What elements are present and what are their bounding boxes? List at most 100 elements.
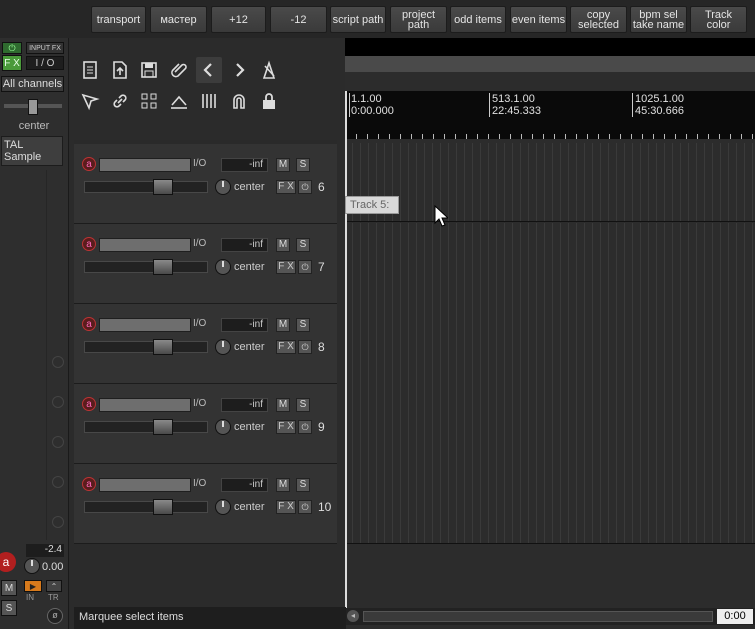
- fx-button[interactable]: F X: [276, 180, 296, 194]
- fx-bypass-button[interactable]: ⏻: [298, 180, 312, 194]
- grid-icon[interactable]: [136, 88, 162, 114]
- solo-button[interactable]: S: [296, 318, 310, 332]
- track-panel[interactable]: a I/O -inf M S center F X ⏻ 9: [74, 384, 337, 464]
- master-route-button[interactable]: ⌃: [46, 580, 62, 592]
- record-arm-button[interactable]: a: [82, 157, 96, 171]
- master-io-button[interactable]: I / O: [26, 56, 64, 70]
- pan-knob[interactable]: [215, 419, 231, 435]
- track-panel[interactable]: a I/O -inf M S center F X ⏻ 10: [74, 464, 337, 544]
- master-solo-button[interactable]: S: [1, 600, 17, 616]
- track-lane[interactable]: [345, 223, 755, 304]
- track-lane[interactable]: [345, 383, 755, 464]
- toolbar-button-transport[interactable]: transport: [91, 6, 146, 33]
- track-lane[interactable]: [345, 303, 755, 384]
- volume-fader[interactable]: [84, 339, 208, 355]
- fx-button[interactable]: F X: [276, 340, 296, 354]
- mute-button[interactable]: M: [276, 478, 290, 492]
- toolbar-button-odd-items[interactable]: odd items: [450, 6, 506, 33]
- ripple-edit-icon[interactable]: [196, 88, 222, 114]
- volume-fader-thumb[interactable]: [153, 259, 173, 275]
- master-fx-list[interactable]: TAL Sample: [1, 136, 63, 166]
- master-phase-icon[interactable]: ø: [47, 608, 63, 624]
- track-name-field[interactable]: [99, 238, 191, 252]
- save-project-icon[interactable]: [136, 57, 162, 83]
- volume-fader[interactable]: [84, 179, 208, 195]
- record-arm-button[interactable]: a: [82, 317, 96, 331]
- horizontal-scrollbar[interactable]: ◂ 0:00: [345, 608, 755, 625]
- fx-button[interactable]: F X: [276, 260, 296, 274]
- open-project-icon[interactable]: [107, 57, 133, 83]
- track-name-field[interactable]: [99, 478, 191, 492]
- master-pan-thumb[interactable]: [28, 99, 38, 115]
- link-icon[interactable]: [107, 88, 133, 114]
- channels-selector[interactable]: All channels: [1, 76, 64, 92]
- new-project-icon[interactable]: [77, 57, 103, 83]
- fx-bypass-button[interactable]: ⏻: [298, 260, 312, 274]
- track-lane[interactable]: [345, 143, 755, 222]
- record-arm-button[interactable]: a: [82, 237, 96, 251]
- master-fx-button[interactable]: F X: [2, 55, 22, 71]
- volume-fader[interactable]: [84, 419, 208, 435]
- snap-magnet-icon[interactable]: [226, 88, 252, 114]
- master-input-monitor-button[interactable]: ▶: [24, 580, 42, 592]
- mute-button[interactable]: M: [276, 238, 290, 252]
- track-panel[interactable]: a I/O -inf M S center F X ⏻ 7: [74, 224, 337, 304]
- track-name-field[interactable]: [99, 398, 191, 412]
- fx-bypass-button[interactable]: ⏻: [298, 500, 312, 514]
- pan-knob[interactable]: [215, 259, 231, 275]
- pan-knob[interactable]: [215, 179, 231, 195]
- select-tool-icon[interactable]: [77, 88, 103, 114]
- fx-button[interactable]: F X: [276, 500, 296, 514]
- record-arm-button[interactable]: a: [82, 477, 96, 491]
- volume-fader-thumb[interactable]: [153, 499, 173, 515]
- master-volume-readout[interactable]: -2.4: [26, 544, 64, 557]
- input-fx-label[interactable]: INPUT FX: [26, 42, 64, 54]
- toolbar-button-script-path[interactable]: script path: [330, 6, 386, 33]
- toolbar-button-track-color[interactable]: Track color: [690, 6, 747, 33]
- toolbar-button-minus12[interactable]: -12: [270, 6, 327, 33]
- attach-icon[interactable]: [166, 57, 192, 83]
- master-pan-knob[interactable]: [24, 558, 40, 574]
- volume-fader-thumb[interactable]: [153, 339, 173, 355]
- scroll-left-icon[interactable]: ◂: [347, 610, 359, 622]
- fx-bypass-button[interactable]: ⏻: [298, 340, 312, 354]
- io-button[interactable]: I/O: [193, 158, 213, 172]
- fx-list-item-tal-sample[interactable]: TAL Sample: [4, 139, 41, 163]
- record-arm-button[interactable]: a: [82, 397, 96, 411]
- pan-knob[interactable]: [215, 339, 231, 355]
- metronome-icon[interactable]: [256, 57, 282, 83]
- solo-button[interactable]: S: [296, 238, 310, 252]
- track-panel[interactable]: a I/O -inf M S center F X ⏻ 6: [74, 144, 337, 224]
- timeline-ruler[interactable]: 1.1.00 0:00.000 513.1.00 22:45.333 1025.…: [345, 91, 755, 139]
- toolbar-button-plus12[interactable]: +12: [211, 6, 266, 33]
- master-power-button[interactable]: ⏻: [2, 42, 22, 54]
- toolbar-button-even-items[interactable]: even items: [510, 6, 567, 33]
- master-pan-slider[interactable]: [4, 99, 62, 115]
- master-record-arm-button[interactable]: a: [0, 552, 16, 572]
- mute-button[interactable]: M: [276, 398, 290, 412]
- toolbar-button-bpm-sel-take-name[interactable]: bpm sel take name: [630, 6, 687, 33]
- solo-button[interactable]: S: [296, 478, 310, 492]
- volume-fader[interactable]: [84, 499, 208, 515]
- volume-fader-thumb[interactable]: [153, 419, 173, 435]
- pan-knob[interactable]: [215, 499, 231, 515]
- lock-icon[interactable]: [256, 88, 282, 114]
- undo-icon[interactable]: [196, 57, 222, 83]
- solo-button[interactable]: S: [296, 398, 310, 412]
- fx-button[interactable]: F X: [276, 420, 296, 434]
- mute-button[interactable]: M: [276, 318, 290, 332]
- track-name-field[interactable]: [99, 158, 191, 172]
- region-lane[interactable]: [345, 56, 755, 72]
- arrange-view[interactable]: 1.1.00 0:00.000 513.1.00 22:45.333 1025.…: [345, 38, 755, 629]
- volume-fader[interactable]: [84, 259, 208, 275]
- redo-icon[interactable]: [226, 57, 252, 83]
- volume-fader-thumb[interactable]: [153, 179, 173, 195]
- track-name-field[interactable]: [99, 318, 191, 332]
- track-panel[interactable]: a I/O -inf M S center F X ⏻ 8: [74, 304, 337, 384]
- envelope-icon[interactable]: [166, 88, 192, 114]
- io-button[interactable]: I/O: [193, 478, 213, 492]
- track-lane[interactable]: [345, 463, 755, 544]
- toolbar-button-master[interactable]: мастер: [150, 6, 207, 33]
- master-mute-button[interactable]: M: [1, 580, 17, 596]
- toolbar-button-project-path[interactable]: project path: [390, 6, 447, 33]
